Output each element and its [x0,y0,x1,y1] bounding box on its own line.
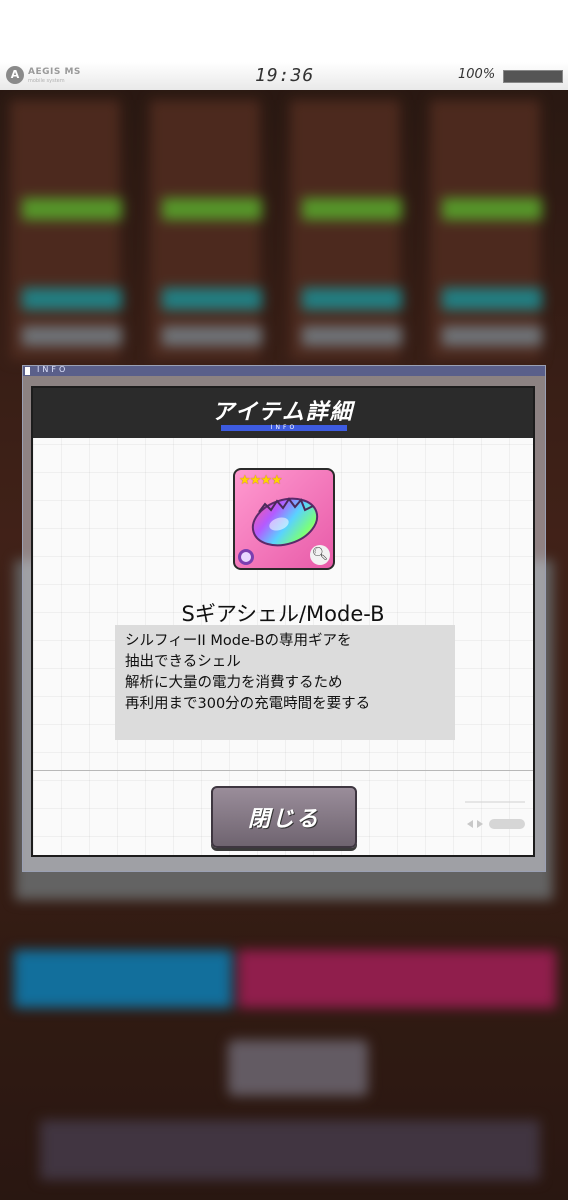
info-strip-label: INFO [37,365,69,374]
description-line: シルフィーII Mode-Bの専用ギアを [125,633,352,649]
dialog-header: アイテム詳細 INFO [33,388,533,438]
info-strip: INFO [23,365,545,376]
top-blank-area [0,0,568,62]
description-line: 解析に大量の電力を消費するため [125,675,343,691]
item-name: Sギアシェル/Mode-B [181,602,385,626]
description-line: 再利用まで300分の充電時間を要する [125,696,371,712]
decorative-nav-graphic [465,801,525,829]
status-time: 19:36 [255,65,315,86]
status-brand: AEGIS MS [28,67,81,77]
dialog-title-sub: INFO [270,424,298,431]
close-button-label: 閉じる [247,807,320,832]
divider [33,770,533,771]
battery-icon [503,70,563,83]
dialog-title: アイテム詳細 [212,400,354,425]
item-detail-dialog: アイテム詳細 INFO ★★★★ 🔍︎ Sギアシェル/Mode-B シルフィーI… [31,386,535,857]
item-icon[interactable]: ★★★★ 🔍︎ [233,468,335,570]
close-button[interactable]: 閉じる [211,786,357,848]
aegis-logo-icon: A [6,66,24,84]
description-line: 抽出できるシェル [125,654,241,670]
status-bar: A AEGIS MS mobile system 19:36 100% [0,62,568,91]
gear-shell-icon [251,497,319,547]
battery-percent: 100% [458,67,496,82]
item-description: シルフィーII Mode-Bの専用ギアを 抽出できるシェル 解析に大量の電力を消… [115,625,455,740]
rarity-stars: ★★★★ [239,473,283,488]
magnify-icon[interactable]: 🔍︎ [310,545,330,565]
status-brand-sub: mobile system [28,78,65,84]
element-icon [238,549,254,565]
